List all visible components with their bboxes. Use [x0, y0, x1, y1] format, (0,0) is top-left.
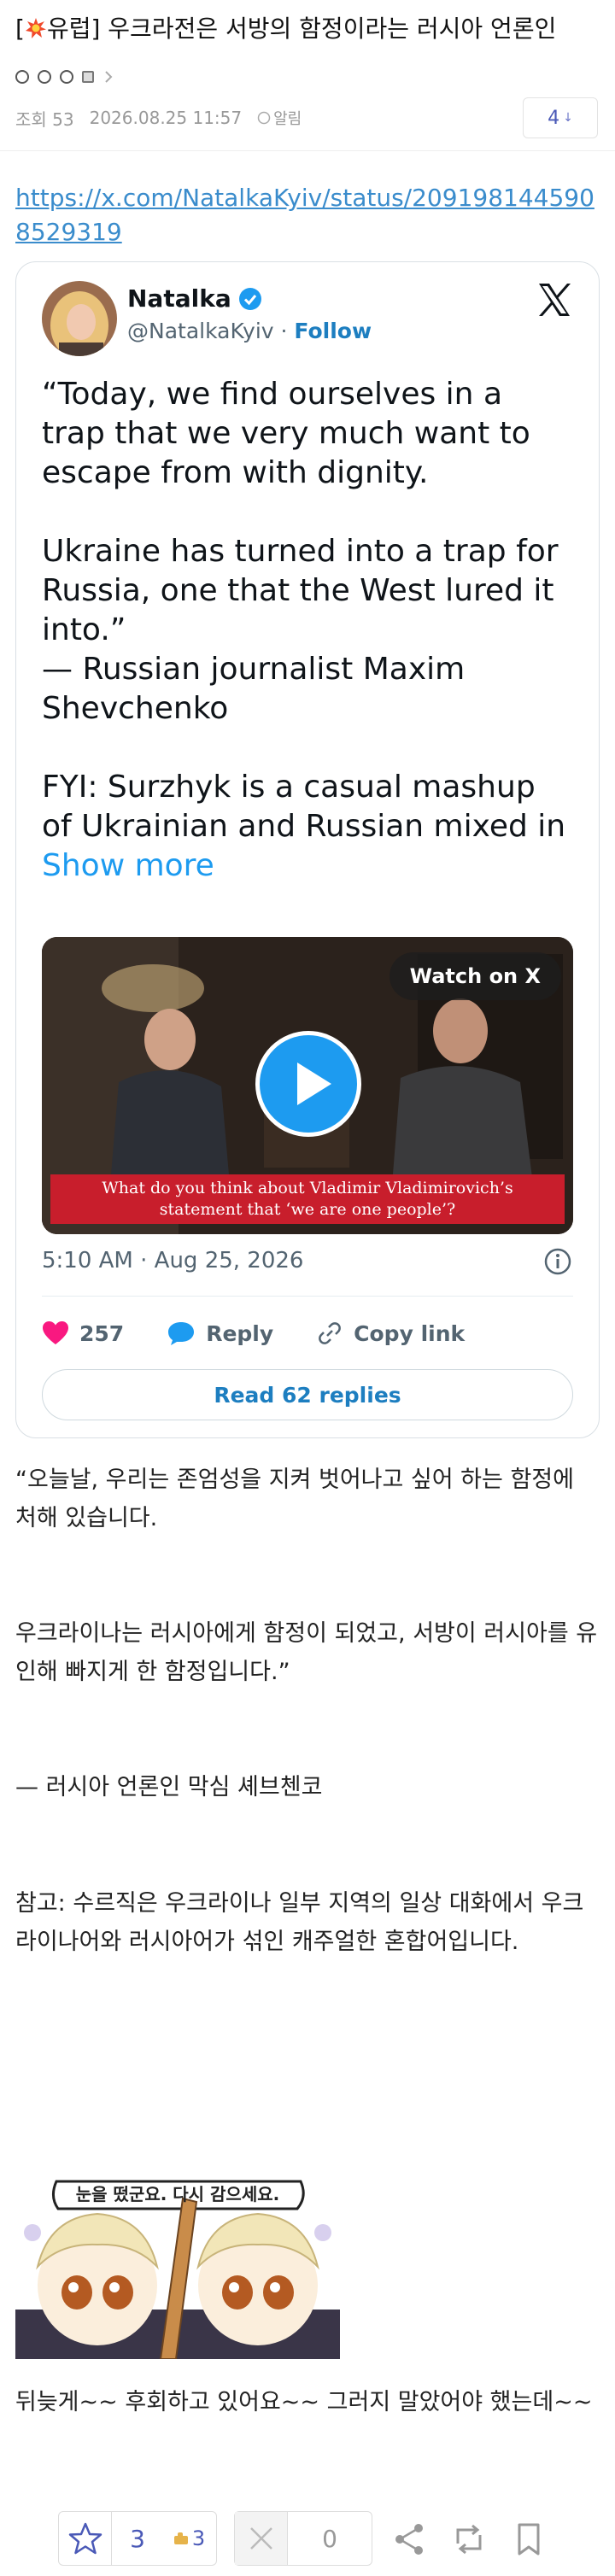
comment-count-button[interactable]: 4 ↓ [523, 97, 598, 138]
post-date: 2026.08.25 11:57 [89, 108, 243, 128]
thumb-icon [173, 2532, 188, 2544]
upvote-badge: 3 [163, 2512, 214, 2565]
body-paragraph-1: “오늘날, 우리는 존엄성을 지켜 벗어나고 싶어 하는 함정에 처해 있습니다… [15, 1467, 574, 1531]
view-count: 조회 53 [15, 108, 74, 130]
header-divider [0, 150, 615, 151]
downvote-box[interactable]: 0 [234, 2511, 372, 2566]
body-paragraph-4: 참고: 수르직은 우크라이나 일부 지역의 일상 대화에서 우크라이나어와 러시… [15, 1890, 584, 1955]
body-paragraph-3: — 러시아 언론인 막심 셰브첸코 [15, 1774, 323, 1800]
author-handle[interactable]: @NatalkaKyiv [127, 319, 274, 343]
share-circle-icon-1[interactable] [15, 70, 29, 84]
alarm-icon [257, 111, 271, 125]
share-square-icon[interactable] [82, 71, 94, 83]
tweet-actions: 257 Reply Copy link [42, 1313, 507, 1354]
like-count: 257 [79, 1320, 125, 1346]
subtitle-line-1: What do you think about Vladimir Vladimi… [102, 1179, 513, 1197]
sticker-image: 눈을 떴군요. 다시 감으세요. [15, 2173, 340, 2360]
reply-icon [168, 1322, 195, 1345]
arrow-down-icon: ↓ [563, 111, 573, 125]
explosion-icon [25, 18, 46, 38]
share-circle-icon-3[interactable] [60, 70, 73, 84]
bottom-action-bar: 3 3 0 [0, 2504, 615, 2573]
like-button[interactable]: 257 [42, 1320, 124, 1346]
sticker-caption: 눈을 떴군요. 다시 감으세요. [75, 2184, 280, 2204]
close-icon [249, 2527, 272, 2550]
tweet-paragraph-2: Ukraine has turned into a trap for Russi… [42, 534, 559, 647]
author-name: Natalka [127, 284, 231, 313]
copy-link-button[interactable]: Copy link [316, 1320, 465, 1347]
avatar[interactable] [42, 281, 117, 356]
link-icon [319, 1322, 342, 1344]
post-meta: 조회 53 2026.08.25 11:57 알림 [15, 102, 302, 133]
downvote-count: 0 [322, 2524, 337, 2553]
tweet-author-name[interactable]: Natalka [127, 284, 262, 313]
watch-on-x-button[interactable]: Watch on X [389, 952, 561, 1000]
alarm-toggle[interactable]: 알림 [257, 107, 302, 129]
tweet-video[interactable]: Watch on X What do you think about Vladi… [42, 937, 573, 1234]
share-row [15, 61, 114, 92]
reply-label: Reply [206, 1320, 274, 1346]
tweet-paragraph-1: “Today, we find ourselves in a trap that… [42, 377, 530, 490]
star-icon [68, 2522, 102, 2555]
tweet-timestamp[interactable]: 5:10 AM · Aug 25, 2026 [42, 1248, 303, 1273]
upvote-box[interactable]: 3 3 [58, 2511, 217, 2566]
body-paragraph-2: 우크라이나는 러시아에게 함정이 되었고, 서방이 러시아를 유인해 빠지게 한… [15, 1620, 598, 1685]
tweet-handle-row: @NatalkaKyiv · Follow [127, 319, 372, 343]
chevron-right-icon[interactable] [102, 69, 114, 85]
comment-count: 4 [548, 107, 560, 129]
read-replies-button[interactable]: Read 62 replies [42, 1369, 573, 1420]
downvote-button[interactable] [235, 2512, 288, 2565]
alarm-label: 알림 [273, 110, 302, 128]
title-category: 유럽] [46, 15, 101, 43]
upvote-badge-count: 3 [191, 2526, 206, 2550]
post-title: [ 유럽] 우크라전은 서방의 함정이라는 러시아 언론인 [15, 12, 605, 46]
subtitle-line-2: statement that ‘we are one people’? [159, 1200, 456, 1219]
fyi-text: FYI: Surzhyk is a casual mashup of Ukrai… [42, 770, 566, 844]
play-icon [297, 1063, 331, 1105]
play-button[interactable] [255, 1031, 361, 1137]
share-circle-icon-2[interactable] [38, 70, 51, 84]
bookmark-icon[interactable] [511, 2521, 547, 2557]
copy-link-label: Copy link [354, 1320, 466, 1346]
heart-icon [43, 1321, 68, 1344]
video-subtitle: What do you think about Vladimir Vladimi… [50, 1174, 565, 1224]
title-bracket: [ [15, 15, 25, 43]
reply-button[interactable]: Reply [167, 1320, 273, 1346]
tweet-paragraph-4: FYI: Surzhyk is a casual mashup of Ukrai… [42, 768, 571, 886]
follow-button[interactable]: Follow [294, 319, 372, 343]
body-paragraph-5: 뒤늦게~~ 후회하고 있어요~~ 그러지 말았어야 했는데~~ [15, 2389, 593, 2415]
tweet-divider [42, 1296, 573, 1297]
title-text: 우크라전은 서방의 함정이라는 러시아 언론인 [100, 15, 557, 43]
show-more-link[interactable]: Show more [42, 848, 214, 883]
x-logo-icon[interactable] [536, 281, 573, 319]
post-link[interactable]: https://x.com/NatalkaKyiv/status/2091981… [15, 181, 605, 249]
verified-icon [238, 287, 261, 310]
tweet-embed[interactable]: Natalka @NatalkaKyiv · Follow “Today, we… [15, 261, 600, 1438]
repost-icon[interactable] [451, 2521, 487, 2557]
upvote-count: 3 [130, 2524, 145, 2553]
info-icon[interactable] [542, 1246, 573, 1277]
share-icon[interactable] [391, 2521, 427, 2557]
handle-separator: · [273, 319, 295, 343]
upvote-button[interactable] [59, 2512, 112, 2565]
tweet-paragraph-3: — Russian journalist Maxim Shevchenko [42, 652, 466, 726]
